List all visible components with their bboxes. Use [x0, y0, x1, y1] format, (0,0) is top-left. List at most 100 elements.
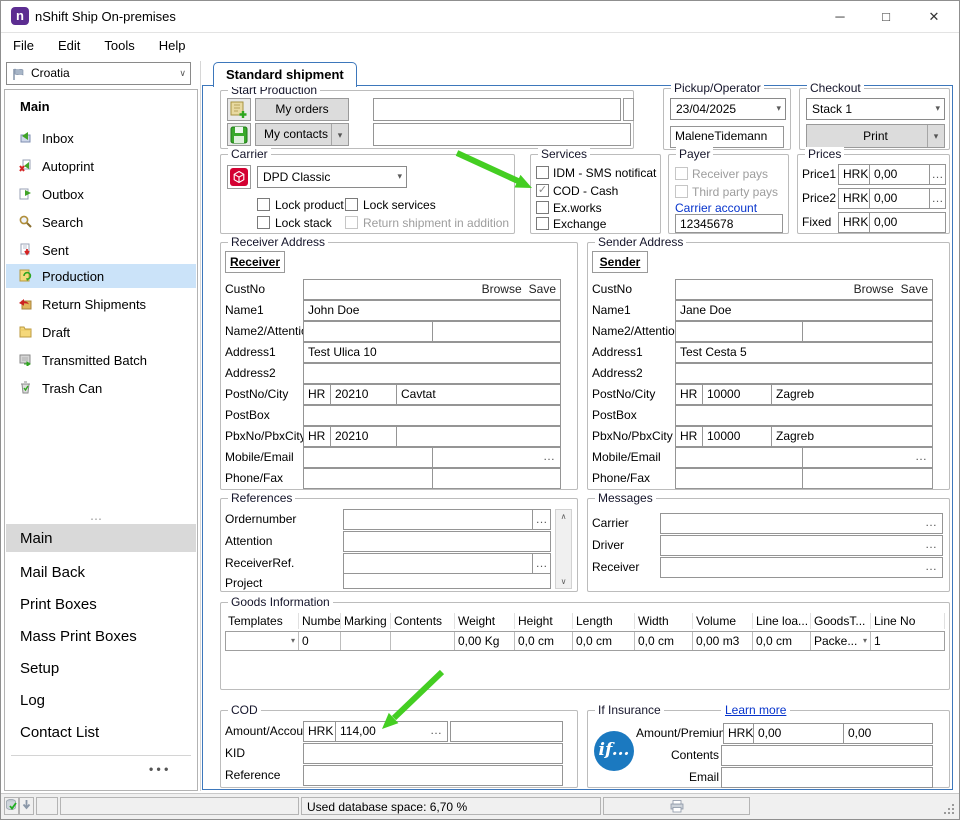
- goods-table-row[interactable]: ▾ 0 0,00 Kg 0,0 cm 0,0 cm 0,0 cm 0,00 m3…: [225, 631, 945, 651]
- ordernumber-more-button[interactable]: …: [532, 509, 551, 530]
- sender-pbx-postno-field[interactable]: 10000: [702, 426, 772, 447]
- receiver-postno-field[interactable]: 20210: [330, 384, 397, 405]
- insurance-amount-field[interactable]: 0,00: [753, 723, 844, 744]
- receiver-mobile-field[interactable]: [303, 447, 433, 468]
- sender-address1-field[interactable]: Test Cesta 5: [675, 342, 933, 363]
- receiver-phone-field[interactable]: [303, 468, 433, 489]
- lock-services-checkbox[interactable]: [345, 198, 358, 211]
- more-icon[interactable]: …: [925, 537, 938, 551]
- nav-mass-print-boxes[interactable]: Mass Print Boxes: [6, 622, 196, 650]
- dropdown-icon[interactable]: ▾: [927, 125, 944, 147]
- scroll-up-icon[interactable]: ∧: [556, 512, 571, 521]
- receiver-attention-field[interactable]: [432, 321, 561, 342]
- insurance-email-field[interactable]: [721, 767, 933, 788]
- new-order-button[interactable]: [227, 98, 251, 121]
- my-contacts-button[interactable]: My contacts ▾: [255, 123, 349, 146]
- receiver-tab[interactable]: Receiver: [225, 251, 285, 273]
- carrier-account-link[interactable]: Carrier account: [675, 201, 757, 215]
- sidebar-item-production[interactable]: Production: [6, 264, 196, 288]
- sidebar-item-autoprint[interactable]: Autoprint: [6, 154, 196, 178]
- exworks-checkbox[interactable]: [536, 201, 549, 214]
- cod-amount-field[interactable]: 114,00…: [335, 721, 448, 742]
- carrier-product-select[interactable]: DPD Classic ▾: [257, 166, 407, 188]
- nav-print-boxes[interactable]: Print Boxes: [6, 590, 196, 618]
- price2-value[interactable]: 0,00: [869, 188, 930, 209]
- cod-cash-checkbox[interactable]: ✓: [536, 184, 549, 197]
- sender-name2-field[interactable]: [675, 321, 803, 342]
- receiver-pbx-country-field[interactable]: HR: [303, 426, 331, 447]
- resize-grip[interactable]: [942, 802, 956, 816]
- sidebar-item-search[interactable]: Search: [6, 210, 196, 234]
- browse-link[interactable]: Browse: [482, 282, 522, 296]
- nav-contact-list[interactable]: Contact List: [6, 718, 196, 746]
- more-icon[interactable]: …: [925, 515, 938, 529]
- nav-setup[interactable]: Setup: [6, 654, 196, 682]
- attention-field[interactable]: [343, 531, 551, 552]
- nav-log[interactable]: Log: [6, 686, 196, 714]
- close-button[interactable]: ✕: [917, 4, 951, 29]
- insurance-premium-field[interactable]: 0,00: [843, 723, 933, 744]
- receiverref-field[interactable]: [343, 553, 533, 574]
- sender-city-field[interactable]: Zagreb: [771, 384, 933, 405]
- learn-more-link[interactable]: Learn more: [721, 703, 790, 717]
- carrier-account-field[interactable]: 12345678: [675, 214, 783, 233]
- message-carrier-field[interactable]: …: [660, 513, 943, 534]
- receiver-address2-field[interactable]: [303, 363, 561, 384]
- menu-tools[interactable]: Tools: [92, 33, 146, 59]
- receiver-pbx-city-field[interactable]: [396, 426, 561, 447]
- more-icon[interactable]: …: [430, 723, 443, 737]
- browse-link[interactable]: Browse: [854, 282, 894, 296]
- stack-select[interactable]: Stack 1 ▾: [806, 98, 945, 120]
- receiver-fax-field[interactable]: [432, 468, 561, 489]
- more-icon[interactable]: …: [543, 449, 556, 463]
- language-select[interactable]: Croatia ∨: [6, 62, 191, 85]
- tab-standard-shipment[interactable]: Standard shipment: [213, 62, 357, 87]
- sender-tab[interactable]: Sender: [592, 251, 648, 273]
- sender-country-field[interactable]: HR: [675, 384, 703, 405]
- order-search-input[interactable]: [373, 98, 621, 121]
- sidebar-item-outbox[interactable]: Outbox: [6, 182, 196, 206]
- lock-stack-checkbox[interactable]: [257, 216, 270, 229]
- sender-fax-field[interactable]: [802, 468, 933, 489]
- my-orders-button[interactable]: My orders: [255, 98, 349, 121]
- menu-help[interactable]: Help: [147, 33, 198, 59]
- save-order-button[interactable]: [227, 123, 251, 146]
- carrier-logo-button[interactable]: [227, 165, 251, 189]
- receiver-custno-field[interactable]: Browse Save: [303, 279, 561, 300]
- insurance-contents-field[interactable]: [721, 745, 933, 766]
- scroll-down-icon[interactable]: ∨: [556, 577, 571, 586]
- receiver-city-field[interactable]: Cavtat: [396, 384, 561, 405]
- print-button[interactable]: Print ▾: [806, 124, 945, 148]
- dropdown-icon[interactable]: ▾: [331, 124, 348, 145]
- sender-email-field[interactable]: …: [802, 447, 933, 468]
- lock-product-checkbox[interactable]: [257, 198, 270, 211]
- cod-account-field[interactable]: [450, 721, 563, 742]
- sender-phone-field[interactable]: [675, 468, 803, 489]
- sidebar-more-button[interactable]: • • •: [149, 762, 168, 776]
- sidebar-item-draft[interactable]: Draft: [6, 320, 196, 344]
- sender-postno-field[interactable]: 10000: [702, 384, 772, 405]
- save-link[interactable]: Save: [529, 282, 556, 296]
- sender-pbx-country-field[interactable]: HR: [675, 426, 703, 447]
- sidebar-item-return-shipments[interactable]: Return Shipments: [6, 292, 196, 316]
- message-driver-field[interactable]: …: [660, 535, 943, 556]
- pickup-date-select[interactable]: 23/04/2025 ▾: [670, 98, 786, 120]
- nav-main[interactable]: Main: [6, 524, 196, 552]
- price1-value[interactable]: 0,00: [869, 164, 930, 185]
- contact-search-input[interactable]: [373, 123, 631, 146]
- receiver-address1-field[interactable]: Test Ulica 10: [303, 342, 561, 363]
- sender-custno-field[interactable]: Browse Save: [675, 279, 933, 300]
- nav-mail-back[interactable]: Mail Back: [6, 558, 196, 586]
- sender-address2-field[interactable]: [675, 363, 933, 384]
- price1-more-button[interactable]: …: [929, 164, 946, 185]
- cod-reference-field[interactable]: [303, 765, 563, 786]
- sender-mobile-field[interactable]: [675, 447, 803, 468]
- sidebar-item-trash-can[interactable]: Trash Can: [6, 376, 196, 400]
- price2-more-button[interactable]: …: [929, 188, 946, 209]
- sender-pbx-city-field[interactable]: Zagreb: [771, 426, 933, 447]
- cod-kid-field[interactable]: [303, 743, 563, 764]
- save-link[interactable]: Save: [901, 282, 928, 296]
- sender-attention-field[interactable]: [802, 321, 933, 342]
- sidebar-item-transmitted-batch[interactable]: Transmitted Batch: [6, 348, 196, 372]
- references-scrollbar[interactable]: ∧ ∨: [555, 509, 572, 589]
